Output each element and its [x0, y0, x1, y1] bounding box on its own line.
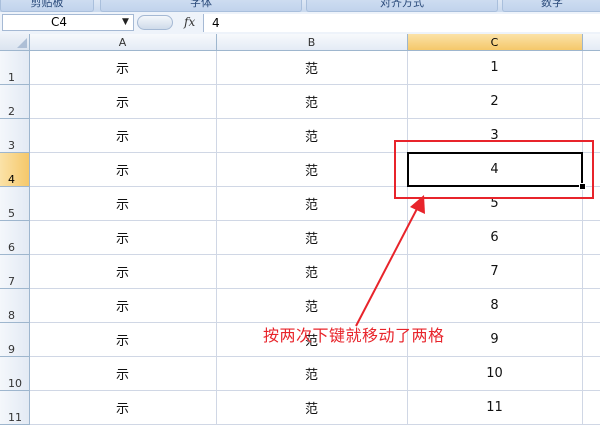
row-header[interactable]: 6: [0, 220, 30, 255]
column-header-row: A B C: [0, 34, 600, 51]
column-header-a[interactable]: A: [29, 34, 217, 51]
formula-input[interactable]: 4: [203, 14, 600, 32]
cell-d9[interactable]: [582, 322, 600, 357]
chevron-down-icon[interactable]: ▼: [122, 17, 129, 27]
table-row: 1 示 范 1: [0, 50, 600, 85]
cell-b4[interactable]: 范: [216, 152, 408, 187]
table-row: 10 示 范 10: [0, 356, 600, 391]
active-cell-c4[interactable]: 4: [406, 152, 586, 190]
cell-a5[interactable]: 示: [29, 186, 217, 221]
cell-a10[interactable]: 示: [29, 356, 217, 391]
worksheet-grid: A B C 1 示 范 1 2 示 范 2 3 示 范 3 4 示 范 4 5: [0, 34, 600, 425]
annotation-text: 按两次下键就移动了两格: [263, 326, 445, 345]
table-row: 6 示 范 6: [0, 220, 600, 255]
table-row: 7 示 范 7: [0, 254, 600, 289]
column-header-c[interactable]: C: [407, 34, 583, 51]
cell-c5[interactable]: 5: [407, 186, 583, 221]
cell-c10[interactable]: 10: [407, 356, 583, 391]
cell-b6[interactable]: 范: [216, 220, 408, 255]
name-box[interactable]: C4: [2, 14, 134, 31]
cell-c11[interactable]: 11: [407, 390, 583, 425]
table-row: 4 示 范 4: [0, 152, 600, 190]
row-header[interactable]: 3: [0, 118, 30, 153]
cell-c2[interactable]: 2: [407, 84, 583, 119]
table-row: 2 示 范 2: [0, 84, 600, 119]
cell-b8[interactable]: 范: [216, 288, 408, 323]
cell-d2[interactable]: [582, 84, 600, 119]
cell-a7[interactable]: 示: [29, 254, 217, 289]
cell-c7[interactable]: 7: [407, 254, 583, 289]
cell-d6[interactable]: [582, 220, 600, 255]
insert-function-icon[interactable]: fx: [184, 15, 195, 29]
ribbon-group-number[interactable]: 数字: [502, 0, 600, 12]
row-header[interactable]: 5: [0, 186, 30, 221]
select-all-corner[interactable]: [0, 34, 30, 51]
cell-b2[interactable]: 范: [216, 84, 408, 119]
table-row: 8 示 范 8: [0, 288, 600, 323]
ribbon-group-clipboard[interactable]: 剪贴板: [0, 0, 94, 12]
row-header[interactable]: 2: [0, 84, 30, 119]
table-row: 5 示 范 5: [0, 186, 600, 221]
cell-a4[interactable]: 示: [29, 152, 217, 187]
cell-d8[interactable]: [582, 288, 600, 323]
cell-a11[interactable]: 示: [29, 390, 217, 425]
cell-b1[interactable]: 范: [216, 50, 408, 85]
cell-c6[interactable]: 6: [407, 220, 583, 255]
table-row: 11 示 范 11: [0, 390, 600, 425]
select-all-icon: [16, 38, 27, 48]
cell-a9[interactable]: 示: [29, 322, 217, 357]
row-header[interactable]: 9: [0, 322, 30, 357]
cell-a2[interactable]: 示: [29, 84, 217, 119]
table-row: 3 示 范 3: [0, 118, 600, 153]
selection-border: [406, 152, 583, 187]
column-header-b[interactable]: B: [216, 34, 408, 51]
cell-b10[interactable]: 范: [216, 356, 408, 391]
cell-c1[interactable]: 1: [407, 50, 583, 85]
fill-handle[interactable]: [578, 183, 586, 190]
column-header-d[interactable]: [582, 34, 600, 51]
cell-c3[interactable]: 3: [407, 118, 583, 153]
cell-d1[interactable]: [582, 50, 600, 85]
ribbon-group-font[interactable]: 字体: [100, 0, 302, 12]
row-header[interactable]: 7: [0, 254, 30, 289]
cell-d5[interactable]: [582, 186, 600, 221]
cell-a8[interactable]: 示: [29, 288, 217, 323]
cell-b3[interactable]: 范: [216, 118, 408, 153]
row-header[interactable]: 10: [0, 356, 30, 391]
formula-bar-splitter[interactable]: [137, 15, 173, 30]
ribbon-group-alignment[interactable]: 对齐方式: [306, 0, 498, 12]
row-header[interactable]: 8: [0, 288, 30, 323]
cell-d7[interactable]: [582, 254, 600, 289]
cell-d4[interactable]: [582, 152, 600, 187]
cell-a3[interactable]: 示: [29, 118, 217, 153]
cell-d10[interactable]: [582, 356, 600, 391]
cell-d3[interactable]: [582, 118, 600, 153]
cell-c8[interactable]: 8: [407, 288, 583, 323]
row-header[interactable]: 11: [0, 390, 30, 425]
cell-a1[interactable]: 示: [29, 50, 217, 85]
cell-b5[interactable]: 范: [216, 186, 408, 221]
cell-b11[interactable]: 范: [216, 390, 408, 425]
row-header[interactable]: 1: [0, 50, 30, 85]
row-header-active[interactable]: 4: [0, 152, 30, 187]
formula-bar: C4 ▼ fx 4: [0, 12, 600, 35]
cell-a6[interactable]: 示: [29, 220, 217, 255]
cell-b7[interactable]: 范: [216, 254, 408, 289]
cell-d11[interactable]: [582, 390, 600, 425]
